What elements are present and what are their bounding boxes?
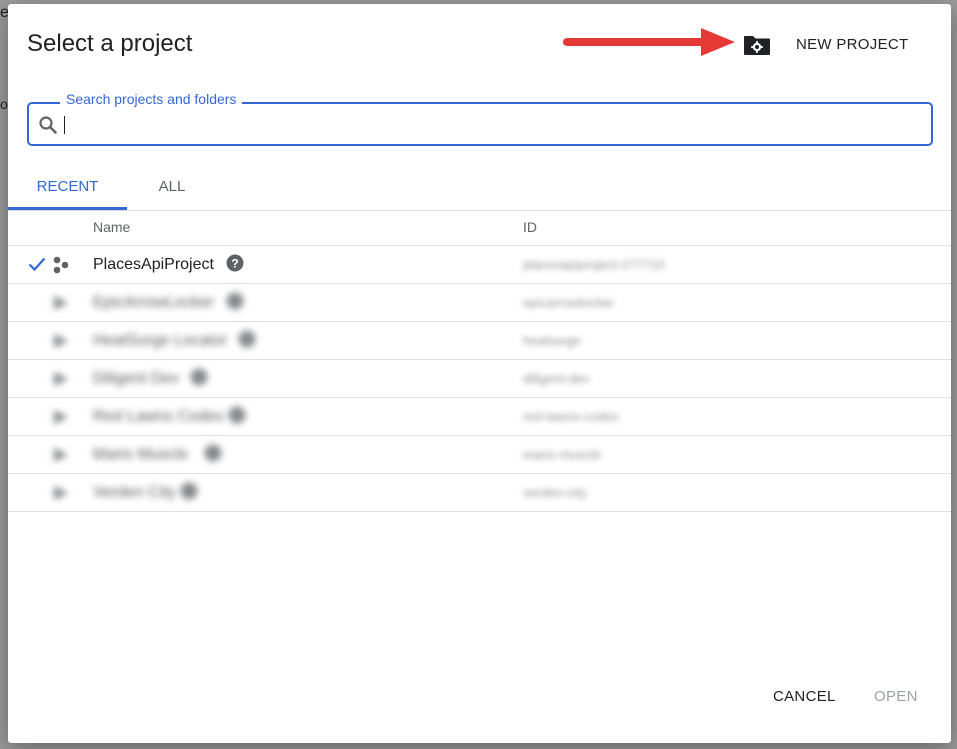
red-arrow-annotation [563,28,735,56]
new-project-button[interactable]: NEW PROJECT [784,30,920,60]
project-icon [54,372,68,386]
project-id: diligent-dev [523,371,590,386]
svg-text:?: ? [231,257,238,271]
project-tabs: RECENT ALL [8,169,951,211]
tab-recent[interactable]: RECENT [8,169,127,210]
project-icon [54,410,68,424]
column-header-id: ID [523,219,537,235]
help-icon[interactable] [204,444,222,462]
table-row[interactable]: PlacesApiProject ? placesapiproject-2777… [8,246,951,284]
project-icon [54,486,68,500]
project-table: Name ID PlacesApiProject ? placesapiproj… [8,210,951,512]
project-id: heatsurge [523,333,581,348]
help-icon[interactable] [180,482,198,500]
table-row[interactable]: HeatSurge Locator heatsurge [8,322,951,360]
help-icon[interactable] [228,406,246,424]
table-row[interactable]: Verden City verden-city [8,474,951,512]
project-id: red-lawns-codes [523,409,619,424]
project-id: verden-city [523,485,587,500]
table-header: Name ID [8,210,951,246]
project-name: Mario Muscle [93,446,189,463]
cancel-button[interactable]: CANCEL [773,688,836,705]
project-id: placesapiproject-277710 [523,257,665,272]
project-name: Diligent Dev [93,370,180,387]
project-name: Red Lawns Codes [93,408,224,425]
project-dots-icon [53,256,69,274]
project-icon [54,448,68,462]
project-name: EpicArrowLocker [93,294,214,311]
select-project-dialog: Select a project NEW PROJECT Search proj… [8,4,951,743]
table-row[interactable]: EpicArrowLocker epicarrowlocker [8,284,951,322]
column-header-name: Name [93,219,131,235]
search-input[interactable] [63,110,917,140]
table-row[interactable]: Mario Muscle mario-muscle [8,436,951,474]
project-name: HeatSurge Locator [93,332,228,349]
project-id: epicarrowlocker [523,295,615,310]
search-field[interactable]: Search projects and folders [27,91,933,146]
folder-gear-icon[interactable] [743,34,771,56]
project-icon [54,296,68,310]
help-icon[interactable] [238,330,256,348]
search-label: Search projects and folders [60,91,243,107]
table-row[interactable]: Red Lawns Codes red-lawns-codes [8,398,951,436]
background-text: o [0,96,8,112]
search-icon [39,116,57,134]
project-name: PlacesApiProject [93,256,214,273]
check-icon [28,257,46,272]
help-icon[interactable]: ? [226,254,244,272]
tab-all[interactable]: ALL [127,169,217,207]
project-icon [54,334,68,348]
help-icon[interactable] [190,368,208,386]
project-name: Verden City [93,484,176,501]
help-icon[interactable] [226,292,244,310]
table-row[interactable]: Diligent Dev diligent-dev [8,360,951,398]
dialog-title: Select a project [27,30,193,57]
text-cursor [64,116,65,134]
project-id: mario-muscle [523,447,602,462]
open-button[interactable]: OPEN [874,688,918,705]
